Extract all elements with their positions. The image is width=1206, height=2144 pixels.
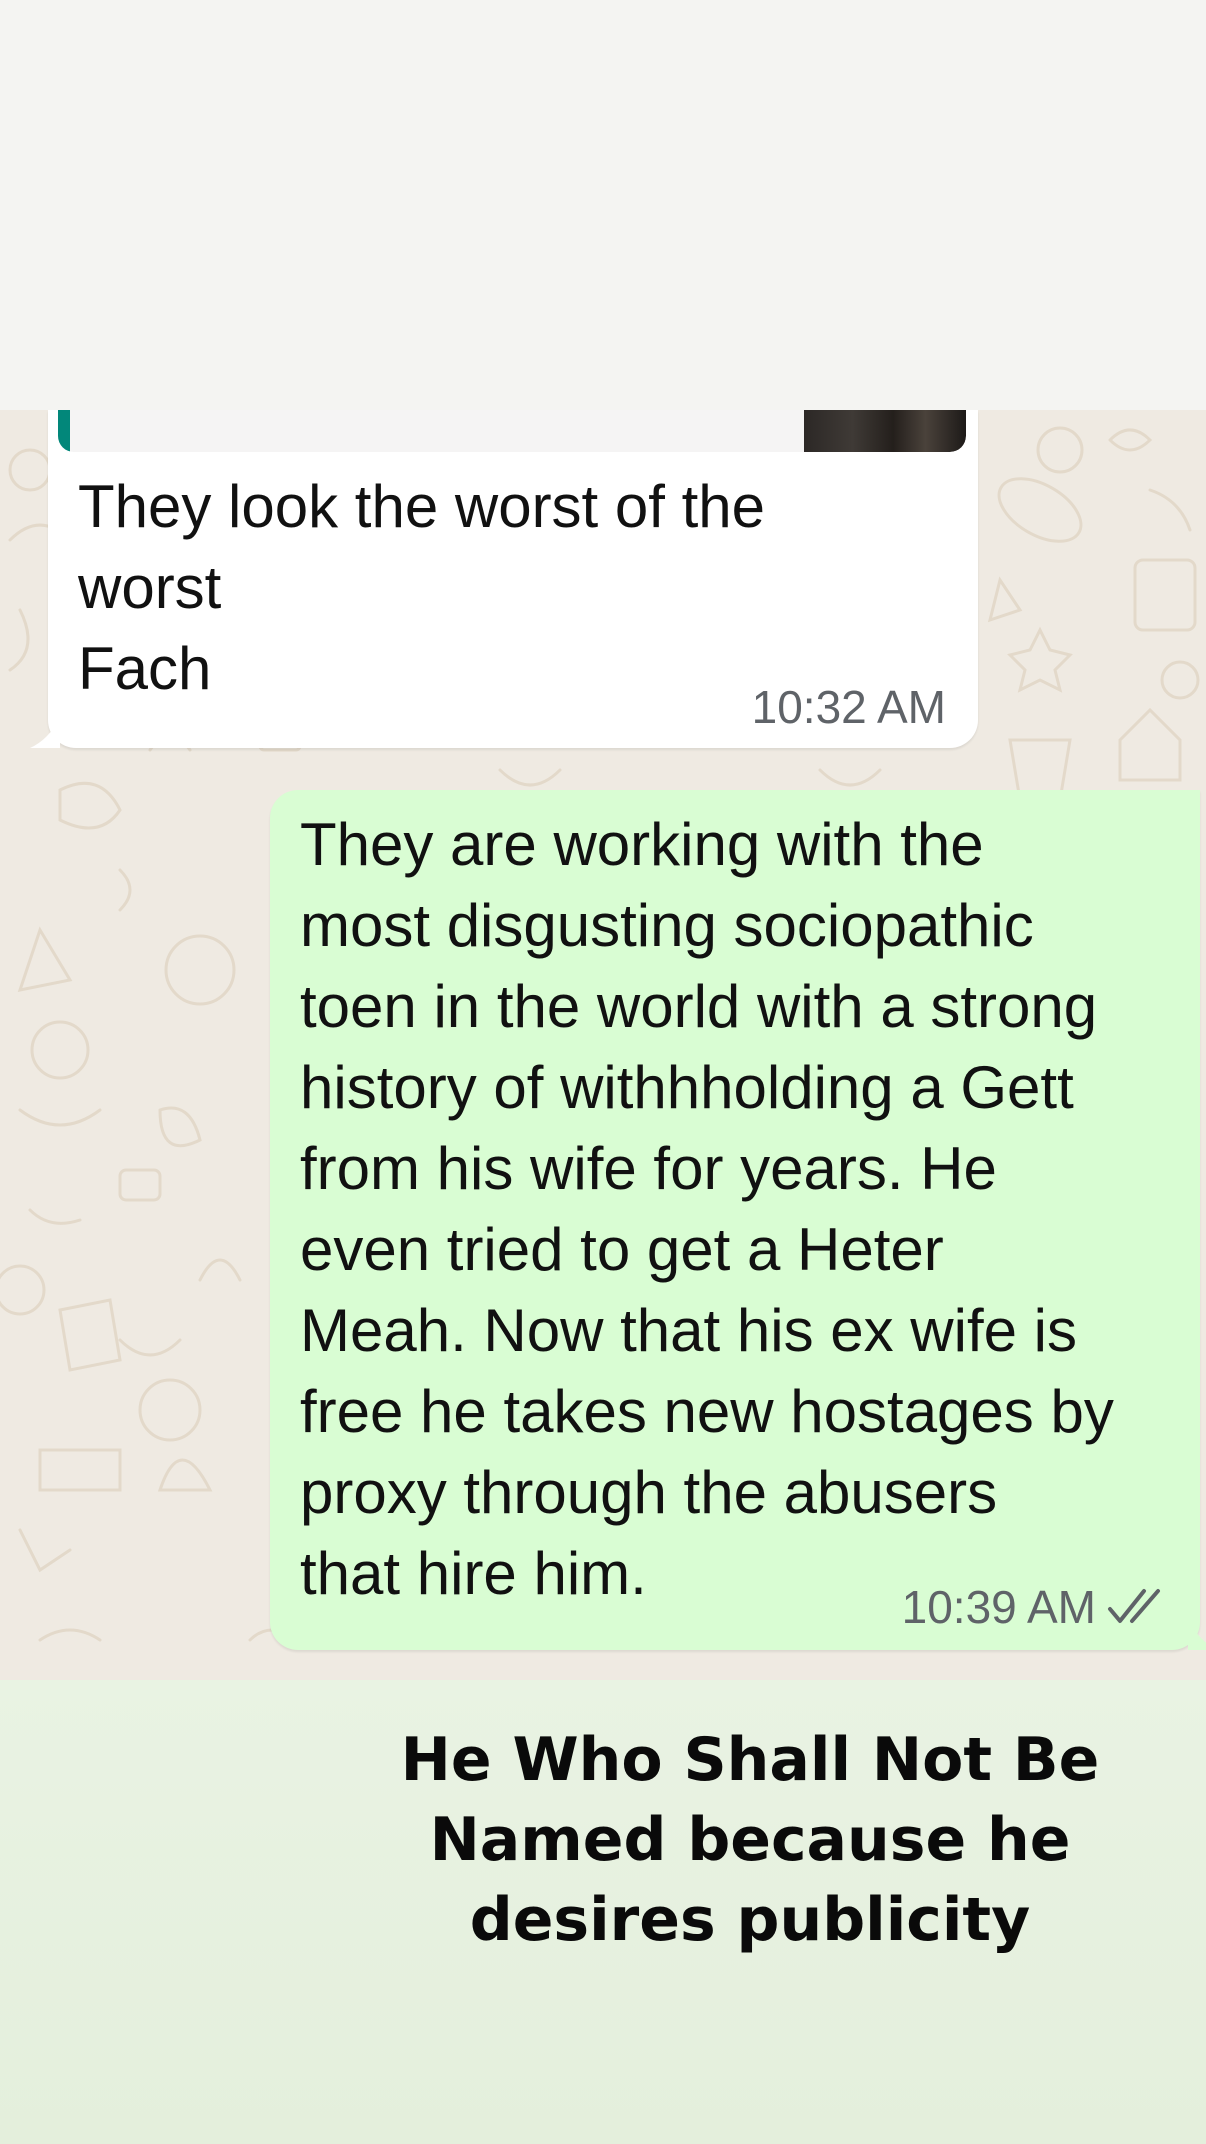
outgoing-bubble-tail [1188, 1620, 1206, 1650]
quoted-image-thumbnail[interactable] [804, 410, 966, 452]
incoming-message-text: They look the worst of the worst Fach [78, 473, 766, 702]
outgoing-message-meta: 10:39 AM [902, 1580, 1170, 1634]
top-blank-area [0, 0, 1206, 410]
quoted-message-preview[interactable] [58, 410, 966, 452]
outgoing-message-time: 10:39 AM [901, 1581, 1096, 1633]
quote-accent-bar [58, 410, 70, 452]
double-check-icon [1108, 1589, 1160, 1623]
screenshot-page: They look the worst of the worst Fach 10… [0, 0, 1206, 2144]
incoming-bubble-tail [30, 718, 60, 748]
caption-text: He Who Shall Not Be Named because he des… [400, 1725, 1100, 1955]
caption-area: He Who Shall Not Be Named because he des… [0, 1680, 1206, 2144]
outgoing-message-bubble[interactable]: They are working with the most disgustin… [270, 790, 1206, 1650]
chat-area[interactable]: They look the worst of the worst Fach 10… [0, 410, 1206, 1680]
incoming-message-time: 10:32 AM [751, 681, 946, 733]
incoming-message-bubble[interactable]: They look the worst of the worst Fach 10… [30, 410, 978, 748]
outgoing-message-text: They are working with the most disgustin… [300, 811, 1114, 1607]
